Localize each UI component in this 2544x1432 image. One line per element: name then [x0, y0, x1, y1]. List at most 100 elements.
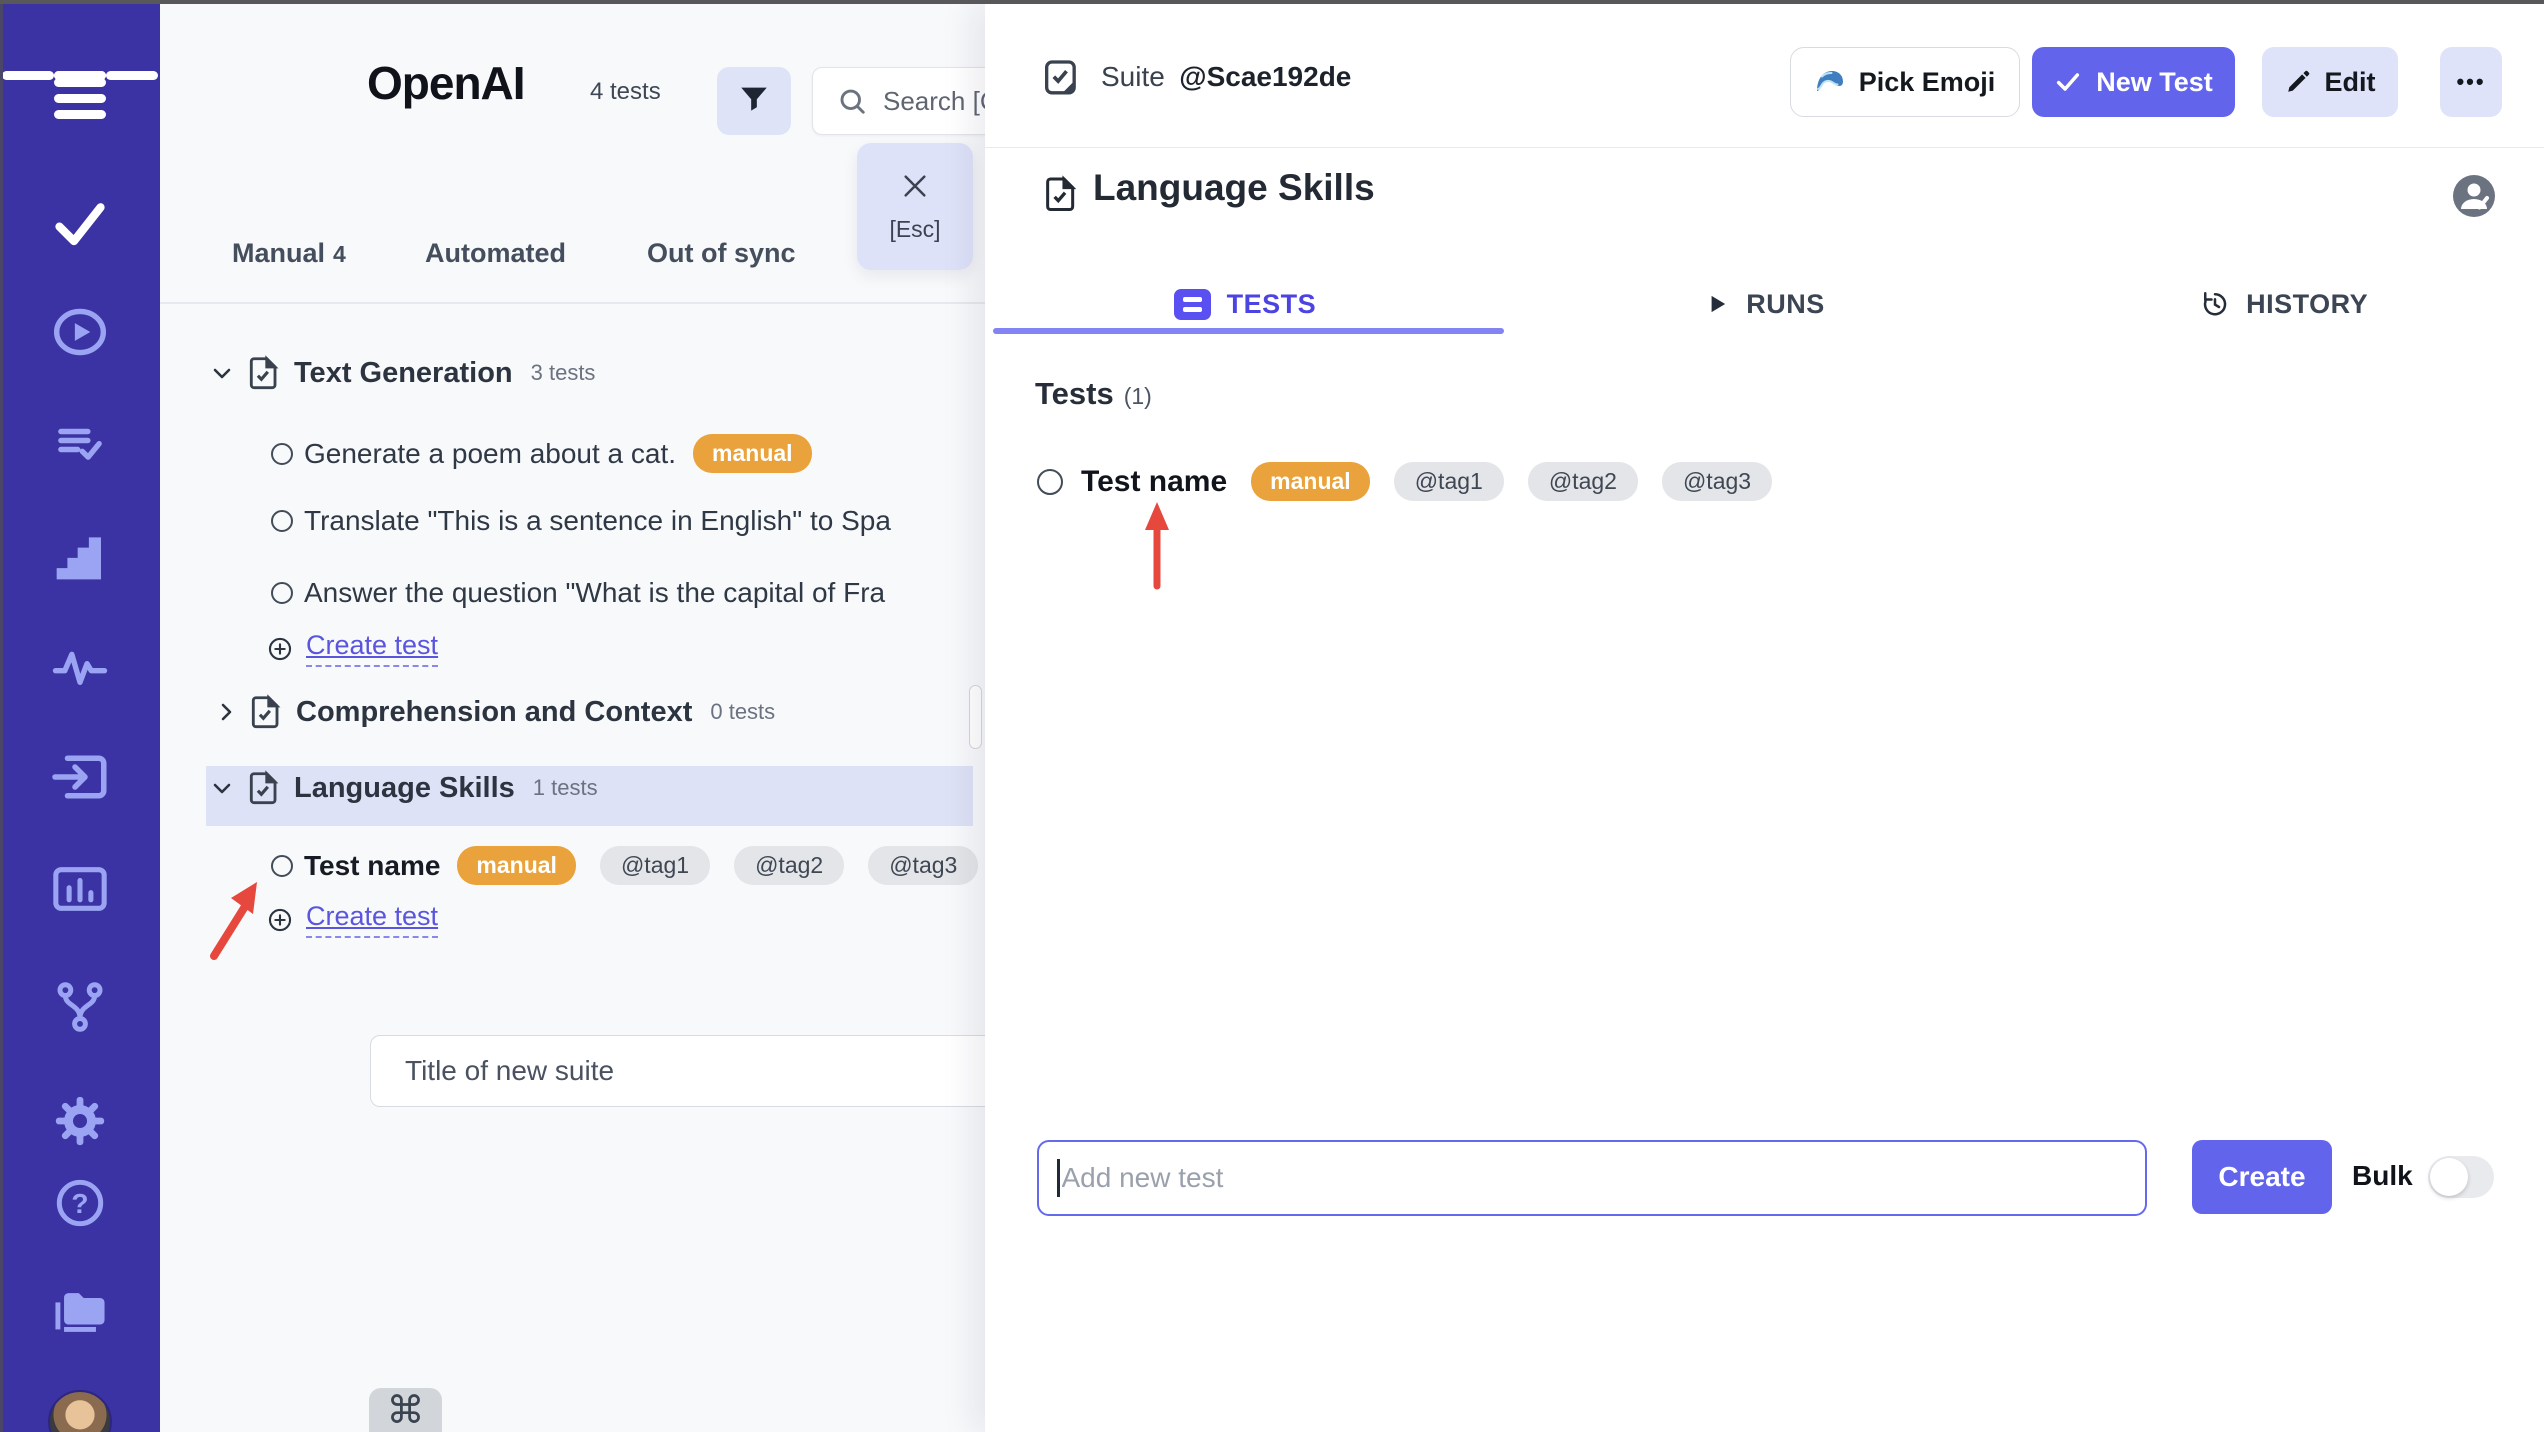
close-icon[interactable]	[899, 170, 931, 202]
suite-row-text-generation[interactable]: Text Generation 3 tests	[210, 354, 595, 392]
nav-pulse-icon[interactable]	[52, 644, 108, 688]
pick-emoji-button[interactable]: Pick Emoji	[1790, 47, 2020, 117]
filter-button[interactable]	[717, 67, 791, 135]
suite-count: 1 tests	[532, 775, 598, 800]
ellipsis-icon: •••	[2456, 69, 2486, 94]
tab-automated[interactable]: Automated	[425, 238, 566, 269]
create-test-row[interactable]: Create test	[266, 901, 439, 938]
test-row[interactable]: Test name manual @tag1 @tag2 @tag3	[271, 846, 979, 885]
user-profile-avatar[interactable]	[48, 1390, 112, 1432]
tag-pill: @tag2	[1527, 462, 1638, 501]
add-test-input[interactable]	[1061, 1162, 2127, 1194]
funnel-icon	[737, 82, 771, 121]
tab-tests[interactable]: TESTS	[985, 272, 1505, 336]
suite-label: Comprehension and Context	[296, 695, 693, 728]
test-label: Translate "This is a sentence in English…	[304, 505, 891, 536]
nav-list-check-icon[interactable]	[51, 418, 109, 472]
window-edge	[0, 0, 2544, 4]
play-icon	[1704, 291, 1730, 317]
close-panel-button[interactable]: [Esc]	[857, 143, 973, 270]
doc-check-icon	[245, 354, 281, 392]
edit-label: Edit	[2324, 66, 2376, 97]
hamburger-icon[interactable]	[2, 64, 158, 87]
plus-circle-icon	[266, 906, 294, 934]
window-edge	[0, 0, 3, 1432]
new-test-button[interactable]: New Test	[2032, 47, 2235, 117]
tests-section-heading: Tests (1)	[1035, 376, 1152, 411]
tree-scrollbar[interactable]	[969, 685, 982, 749]
test-status-circle[interactable]	[271, 854, 293, 877]
test-label: Generate a poem about a cat.	[304, 437, 677, 469]
suite-count: 0 tests	[710, 699, 776, 724]
tab-tests-label: TESTS	[1226, 288, 1317, 319]
doc-check-icon	[245, 769, 281, 807]
tag-pill: @tag3	[868, 846, 979, 885]
doc-check-icon	[247, 693, 283, 731]
tab-history[interactable]: HISTORY	[2024, 272, 2544, 336]
create-test-row[interactable]: Create test	[266, 630, 439, 667]
text-caret	[1057, 1159, 1060, 1197]
test-status-circle[interactable]	[1037, 468, 1063, 495]
tab-history-label: HISTORY	[2246, 288, 2369, 319]
history-clock-icon	[2200, 289, 2230, 319]
test-status-circle[interactable]	[271, 510, 293, 532]
app-window: OpenAI 4 tests Manual4 Automated Out of …	[0, 0, 2544, 1432]
nav-runs-play-circle-icon[interactable]	[50, 304, 110, 360]
nav-git-branch-icon[interactable]	[53, 980, 107, 1034]
search-icon	[837, 86, 867, 116]
add-test-field	[1037, 1140, 2147, 1216]
tag-pill: @tag3	[1661, 462, 1773, 501]
more-options-button[interactable]: •••	[2440, 47, 2502, 117]
test-label: Answer the question "What is the capital…	[304, 577, 886, 608]
tab-manual[interactable]: Manual 4	[232, 238, 346, 269]
total-tests-count: 4 tests	[590, 78, 661, 105]
plus-circle-icon	[266, 635, 294, 663]
create-test-link[interactable]: Create test	[306, 901, 439, 938]
check-icon	[2054, 68, 2082, 96]
bulk-label: Bulk	[2352, 1160, 2413, 1191]
nav-tests-check-icon[interactable]	[51, 194, 109, 252]
nav-bar-chart-icon[interactable]	[51, 864, 109, 914]
app-title: OpenAI	[367, 57, 526, 109]
create-test-link[interactable]: Create test	[306, 630, 439, 667]
suite-row-language-skills[interactable]: Language Skills 1 tests	[210, 769, 598, 807]
nav-folder-icon[interactable]	[50, 1284, 110, 1338]
test-status-circle[interactable]	[271, 442, 293, 465]
chevron-down-icon[interactable]	[210, 361, 234, 385]
suite-row-comprehension[interactable]: Comprehension and Context 0 tests	[214, 693, 775, 731]
tab-out-of-sync[interactable]: Out of sync	[647, 238, 796, 269]
active-tab-underline	[993, 328, 1504, 334]
suite-panel-tabs: TESTS RUNS HISTORY	[985, 272, 2544, 336]
nav-import-icon[interactable]	[50, 752, 110, 802]
pencil-icon	[2285, 69, 2311, 95]
doc-check-icon	[1041, 174, 1079, 219]
chevron-right-icon[interactable]	[214, 700, 238, 724]
test-row[interactable]: Answer the question "What is the capital…	[271, 577, 885, 609]
nav-stairs-icon[interactable]	[52, 528, 108, 584]
test-row[interactable]: Test name manual @tag1 @tag2 @tag3	[1037, 462, 1773, 501]
tag-pill: @tag1	[599, 846, 711, 885]
manual-badge: manual	[1251, 462, 1370, 501]
edit-button[interactable]: Edit	[2262, 47, 2398, 117]
tab-runs-label: RUNS	[1746, 288, 1825, 319]
test-status-circle[interactable]	[271, 582, 293, 604]
svg-text:?: ?	[71, 1188, 88, 1219]
wave-emoji-icon	[1815, 69, 1845, 95]
user-check-avatar-icon[interactable]	[2451, 173, 2497, 224]
test-row[interactable]: Translate "This is a sentence in English…	[271, 505, 891, 537]
tag-pill: @tag1	[1393, 462, 1504, 501]
tab-manual-count: 4	[333, 241, 346, 267]
new-test-label: New Test	[2096, 66, 2213, 97]
nav-help-icon[interactable]: ?	[53, 1176, 107, 1230]
tag-pill: @tag2	[734, 846, 845, 885]
esc-shortcut-label: [Esc]	[889, 216, 941, 242]
tests-icon	[1173, 288, 1211, 320]
create-button[interactable]: Create	[2192, 1140, 2332, 1214]
bulk-toggle[interactable]	[2428, 1156, 2494, 1198]
test-row[interactable]: Generate a poem about a cat. manual	[271, 434, 812, 473]
app-sidebar: ?	[0, 4, 160, 1432]
chevron-down-icon[interactable]	[210, 776, 234, 800]
tab-runs[interactable]: RUNS	[1505, 272, 2025, 336]
nav-settings-gear-icon[interactable]	[51, 1092, 109, 1150]
pick-emoji-label: Pick Emoji	[1858, 66, 1996, 97]
